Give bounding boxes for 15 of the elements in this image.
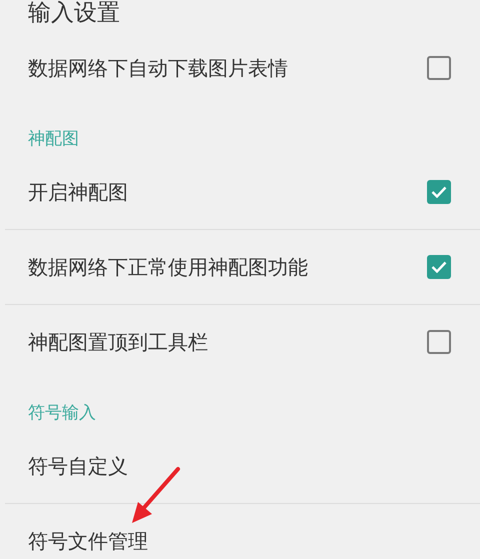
setting-label[interactable]: 符号文件管理 (28, 529, 148, 553)
setting-label: 数据网络下自动下载图片表情 (28, 56, 288, 80)
setting-label: 神配图置顶到工具栏 (28, 330, 208, 354)
setting-label: 数据网络下正常使用神配图功能 (28, 255, 308, 279)
setting-label[interactable]: 符号自定义 (28, 454, 128, 478)
checkbox[interactable] (427, 180, 451, 204)
checkbox[interactable] (427, 255, 451, 279)
section-header: 符号输入 (28, 403, 96, 423)
check-icon (431, 186, 447, 198)
checkbox[interactable] (427, 56, 451, 80)
setting-label: 开启神配图 (28, 180, 128, 204)
section-header: 神配图 (28, 129, 79, 149)
check-icon (431, 261, 447, 273)
checkbox[interactable] (427, 330, 451, 354)
page-title: 输入设置 (28, 0, 120, 26)
